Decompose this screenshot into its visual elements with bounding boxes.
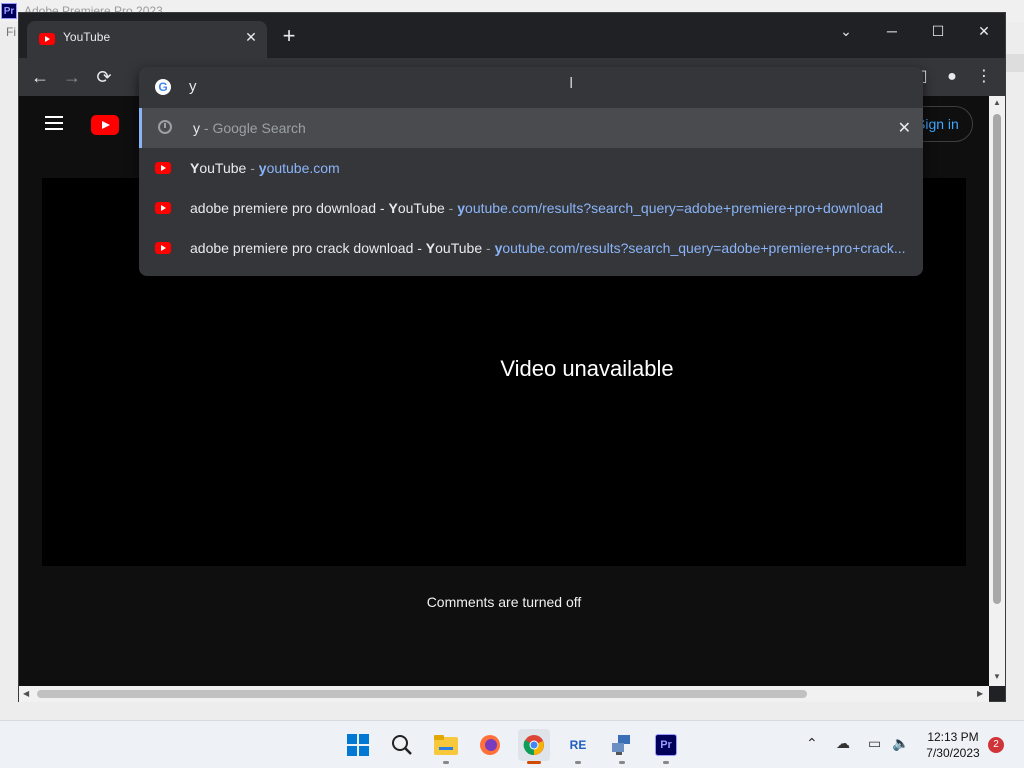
minimize-button[interactable]: ─ [877, 19, 907, 43]
scroll-up-icon[interactable]: ▲ [993, 98, 1001, 107]
suggestion-title-bold: Y [425, 240, 436, 256]
suggestion-text: y - Google Search [193, 120, 913, 136]
notification-badge[interactable]: 2 [988, 737, 1004, 753]
clock-time: 12:13 PM [927, 730, 979, 744]
firefox-icon[interactable] [474, 729, 506, 761]
clock-date: 7/30/2023 [926, 746, 980, 760]
scroll-right-icon[interactable]: ▶ [977, 689, 983, 698]
tab-search-button[interactable]: ⌄ [831, 19, 861, 43]
youtube-favicon-icon [155, 242, 171, 254]
tab-strip: YouTube ✕ + ⌄ ─ ☐ ✕ [19, 13, 1005, 59]
file-explorer-icon[interactable] [430, 729, 462, 761]
suggestion-google-search[interactable]: y - Google Search ✕ [139, 108, 923, 148]
hamburger-menu-icon[interactable] [45, 116, 63, 130]
youtube-favicon-icon [155, 202, 171, 214]
youtube-favicon-icon [39, 33, 55, 45]
suggestion-title-bold: Y [190, 160, 200, 176]
suggestion-text: adobe premiere pro download - YouTube - … [190, 200, 910, 216]
suggestion-url: outube.com/results?search_query=adobe+pr… [502, 240, 906, 256]
active-indicator [527, 761, 541, 764]
start-icon[interactable] [342, 729, 374, 761]
suggestion-separator: - [482, 240, 495, 256]
reload-button[interactable]: ⟳ [92, 65, 116, 89]
premiere-app-icon: Pr [1, 3, 17, 19]
youtube-logo-icon[interactable] [91, 115, 119, 135]
browser-menu-button[interactable]: ⋮ [972, 65, 996, 89]
suggestion-separator: - [444, 200, 458, 216]
suggestion-query: y [193, 120, 200, 136]
horizontal-scrollbar[interactable]: ◀ ▶ [19, 686, 989, 702]
history-clock-icon [158, 120, 172, 134]
volume-icon[interactable]: 🔈 [892, 735, 909, 752]
chevron-up-icon[interactable]: ⌃ [806, 735, 818, 752]
text-cursor-icon: I [569, 75, 574, 92]
suggestion-text: YouTube - youtube.com [190, 160, 910, 176]
back-button[interactable]: ← [28, 65, 52, 89]
suggestion-premiere-crack-download[interactable]: adobe premiere pro crack download - YouT… [139, 228, 923, 268]
tab-close-icon[interactable]: ✕ [243, 29, 259, 45]
suggestion-url: outube.com [266, 160, 340, 176]
close-window-button[interactable]: ✕ [969, 19, 999, 43]
premiere-icon[interactable]: Pr [650, 729, 682, 761]
background-menu-file[interactable]: Fi [0, 22, 20, 42]
suggestion-title-prefix: adobe premiere pro crack download - [190, 240, 426, 256]
running-indicator [663, 761, 669, 764]
running-indicator [619, 761, 625, 764]
horizontal-scroll-thumb[interactable] [37, 690, 807, 698]
chrome-icon[interactable] [518, 729, 550, 761]
suggestion-title: ouTube [397, 200, 445, 216]
suggestion-text: adobe premiere pro crack download - YouT… [190, 240, 910, 256]
vertical-scrollbar[interactable]: ▲ ▼ [989, 96, 1005, 686]
suggestion-youtube[interactable]: YouTube - youtube.com [139, 148, 923, 188]
maximize-button[interactable]: ☐ [923, 19, 953, 43]
running-indicator [443, 761, 449, 764]
suggestion-url-bold: y [457, 200, 466, 216]
background-panel-fragment [1004, 54, 1024, 72]
re-app-icon[interactable]: RE [562, 729, 594, 761]
vertical-scroll-thumb[interactable] [993, 114, 1001, 604]
onedrive-icon[interactable]: ☁ [836, 735, 850, 752]
network-app-icon[interactable] [606, 729, 638, 761]
forward-button[interactable]: → [60, 65, 84, 89]
suggestion-separator: - [246, 160, 259, 176]
address-bar[interactable]: G y I [139, 67, 923, 108]
comments-status: Comments are turned off [426, 594, 582, 610]
new-tab-button[interactable]: + [277, 25, 301, 49]
browser-window: YouTube ✕ + ⌄ ─ ☐ ✕ ← → ⟳ ◧ ● ⋮ Sign in … [18, 12, 1006, 702]
omnibox-dropdown: G y I y - Google Search ✕ YouTube - yout… [139, 67, 923, 276]
suggestion-description: Google Search [212, 120, 306, 136]
suggestion-title-bold: Y [388, 200, 398, 216]
tab-title: YouTube [63, 30, 111, 44]
suggestion-title: ouTube [435, 240, 483, 256]
network-icon[interactable]: ▭ [868, 735, 881, 752]
premiere-icon-label: Pr [655, 734, 677, 756]
suggestion-url-bold: y [258, 160, 267, 176]
clock[interactable]: 12:13 PM 7/30/2023 [918, 729, 988, 761]
scroll-down-icon[interactable]: ▼ [993, 672, 1001, 681]
youtube-favicon-icon [155, 162, 171, 174]
search-icon[interactable] [386, 729, 418, 761]
suggestion-premiere-download[interactable]: adobe premiere pro download - YouTube - … [139, 188, 923, 228]
suggestion-url: outube.com/results?search_query=adobe+pr… [465, 200, 883, 216]
taskbar: RE Pr ⌃ ☁ ▭ 🔈 12:13 PM 7/30/2023 2 [0, 720, 1024, 768]
tab-youtube[interactable]: YouTube ✕ [27, 21, 267, 59]
address-input[interactable]: y [189, 78, 197, 95]
suggestion-separator: - [200, 120, 213, 136]
remove-suggestion-icon[interactable]: ✕ [898, 118, 911, 138]
scroll-left-icon[interactable]: ◀ [23, 689, 29, 698]
running-indicator [575, 761, 581, 764]
suggestion-title: ouTube [199, 160, 247, 176]
video-unavailable-message: Video unavailable [500, 356, 674, 381]
google-icon: G [155, 79, 171, 95]
profile-button[interactable]: ● [940, 65, 964, 89]
suggestion-title-prefix: adobe premiere pro download - [190, 200, 389, 216]
